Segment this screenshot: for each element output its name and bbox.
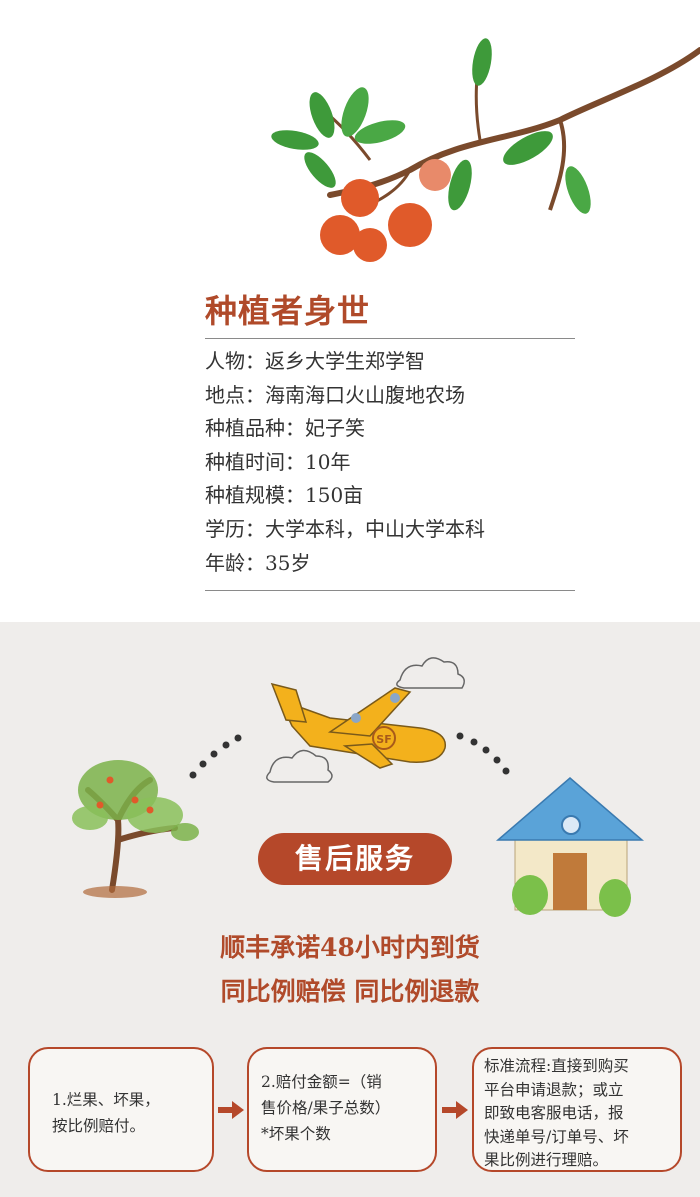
bio-title: 种植者身世 (205, 292, 371, 330)
plane-logo: SF (376, 733, 391, 746)
step-box-3: 标准流程:直接到购买 平台申请退款；或立 即致电客服电话，报 快递单号/订单号、… (472, 1047, 682, 1172)
delivery-scene: SF (72, 657, 645, 917)
cloud-icon (396, 657, 465, 689)
bio-item: 种植品种：妃子笑 (205, 416, 365, 441)
step-text: 即致电客服电话，报 (484, 1104, 624, 1122)
list-divider (205, 590, 575, 591)
lychee-branch-icon (271, 38, 700, 262)
promise-line-2: 同比例赔偿 同比例退款 (220, 977, 480, 1006)
step-text: 果比例进行理赔。 (484, 1151, 609, 1169)
step-text: 1.烂果、坏果， (52, 1091, 160, 1109)
step-text: 平台申请退款；或立 (484, 1080, 624, 1099)
step-text: *坏果个数 (261, 1125, 331, 1143)
promise-line-1: 顺丰承诺48小时内到货 (220, 933, 480, 962)
tree-icon (72, 760, 199, 898)
bio-item: 年龄：35岁 (205, 550, 311, 575)
step-box-2: 2.赔付金额=（销 售价格/果子总数） *坏果个数 (247, 1047, 437, 1172)
arrow-right-icon (442, 1101, 468, 1119)
step-box-1: 1.烂果、坏果， 按比例赔付。 (28, 1047, 214, 1172)
bio-item: 地点：海南海口火山腹地农场 (205, 382, 465, 407)
step-text: 标准流程:直接到购买 (484, 1057, 629, 1075)
house-icon (495, 777, 645, 917)
bio-section: 种植者身世 人物：返乡大学生郑学智 地点：海南海口火山腹地农场 种植品种：妃子笑… (0, 0, 700, 622)
bio-item: 种植时间：10年 (205, 449, 351, 474)
bio-item: 人物：返乡大学生郑学智 (205, 349, 425, 373)
step-text: 按比例赔付。 (52, 1117, 146, 1135)
bio-list: 人物：返乡大学生郑学智 地点：海南海口火山腹地农场 种植品种：妃子笑 种植时间：… (205, 345, 485, 580)
step-text: 2.赔付金额=（销 (261, 1073, 382, 1091)
title-divider (205, 338, 575, 339)
arrow-right-icon (218, 1101, 244, 1119)
step-text: 售价格/果子总数） (261, 1099, 391, 1117)
bio-item: 种植规模：150亩 (205, 483, 364, 508)
bio-item: 学历：大学本科，中山大学本科 (205, 516, 485, 541)
step-text: 快递单号/订单号、坏 (484, 1127, 629, 1146)
cloud-icon (266, 749, 333, 783)
airplane-icon: SF (270, 682, 447, 769)
after-sales-title: 售后服务 (258, 833, 452, 885)
